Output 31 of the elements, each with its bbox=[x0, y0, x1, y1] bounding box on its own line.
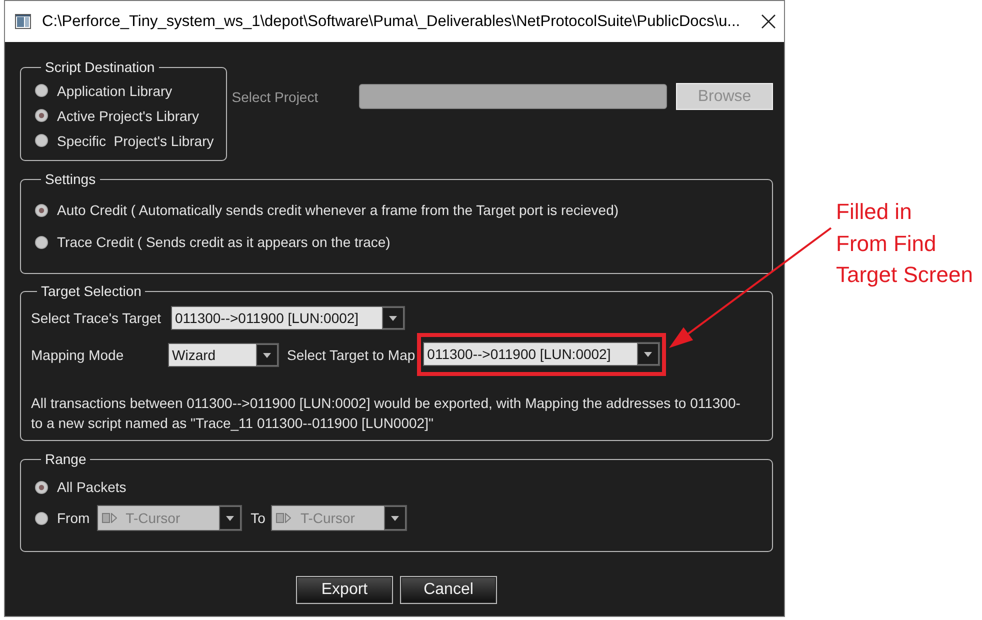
marker-icon bbox=[276, 513, 292, 523]
window-icon bbox=[15, 14, 31, 29]
caret-icon[interactable] bbox=[256, 344, 278, 366]
radio-option[interactable]: All Packets bbox=[35, 479, 126, 495]
dropdown[interactable]: 011300-->011900 [LUN:0002] bbox=[171, 306, 405, 330]
close-icon[interactable] bbox=[761, 14, 776, 29]
group-title: Script Destination bbox=[44, 59, 156, 75]
window-title: C:\Perforce_Tiny_system_ws_1\depot\Software\Puma\_Deliverables\NetProtocolSuite\PublicDocs\u... bbox=[42, 12, 742, 30]
cancel-button[interactable]: Cancel bbox=[400, 576, 497, 604]
caret-icon[interactable] bbox=[382, 307, 404, 329]
radio-option[interactable]: Trace Credit ( Sends credit as it appears on the trace) bbox=[35, 234, 390, 250]
dropdown[interactable]: Wizard bbox=[168, 342, 279, 366]
field-label: Select Trace's Target bbox=[31, 310, 162, 326]
description-text: All transactions between 011300-->011900 [LUN:0002] would be exported, with Mapping the addresses to 011300- to a new script named as "Trace_11 011300--011900 [LUN0002]" bbox=[31, 394, 742, 433]
radio-option[interactable]: Application Library bbox=[35, 82, 172, 98]
radio-option[interactable]: Specific Project's Library bbox=[35, 132, 214, 148]
marker-icon bbox=[102, 513, 117, 523]
export-button[interactable]: Export bbox=[296, 576, 393, 604]
field-label: Select Project bbox=[232, 88, 320, 104]
radio-option[interactable]: From bbox=[35, 510, 90, 526]
field-label: To bbox=[250, 510, 266, 526]
callout-text: Filled in From Find Target Screen bbox=[836, 198, 973, 289]
caret-icon[interactable] bbox=[637, 343, 660, 365]
dropdown[interactable]: 011300-->011900 [LUN:0002] bbox=[423, 342, 660, 366]
field-label: Select Target to Map bbox=[287, 346, 416, 362]
group-title: Range bbox=[44, 451, 88, 467]
group-title: Target Selection bbox=[40, 283, 142, 299]
radio-option[interactable]: Active Project's Library bbox=[35, 108, 199, 124]
field-label: Mapping Mode bbox=[31, 346, 125, 362]
group-title: Settings bbox=[44, 171, 97, 187]
radio-option[interactable]: Auto Credit ( Automatically sends credit whenever a frame from the Target port is recieved) bbox=[35, 202, 619, 218]
